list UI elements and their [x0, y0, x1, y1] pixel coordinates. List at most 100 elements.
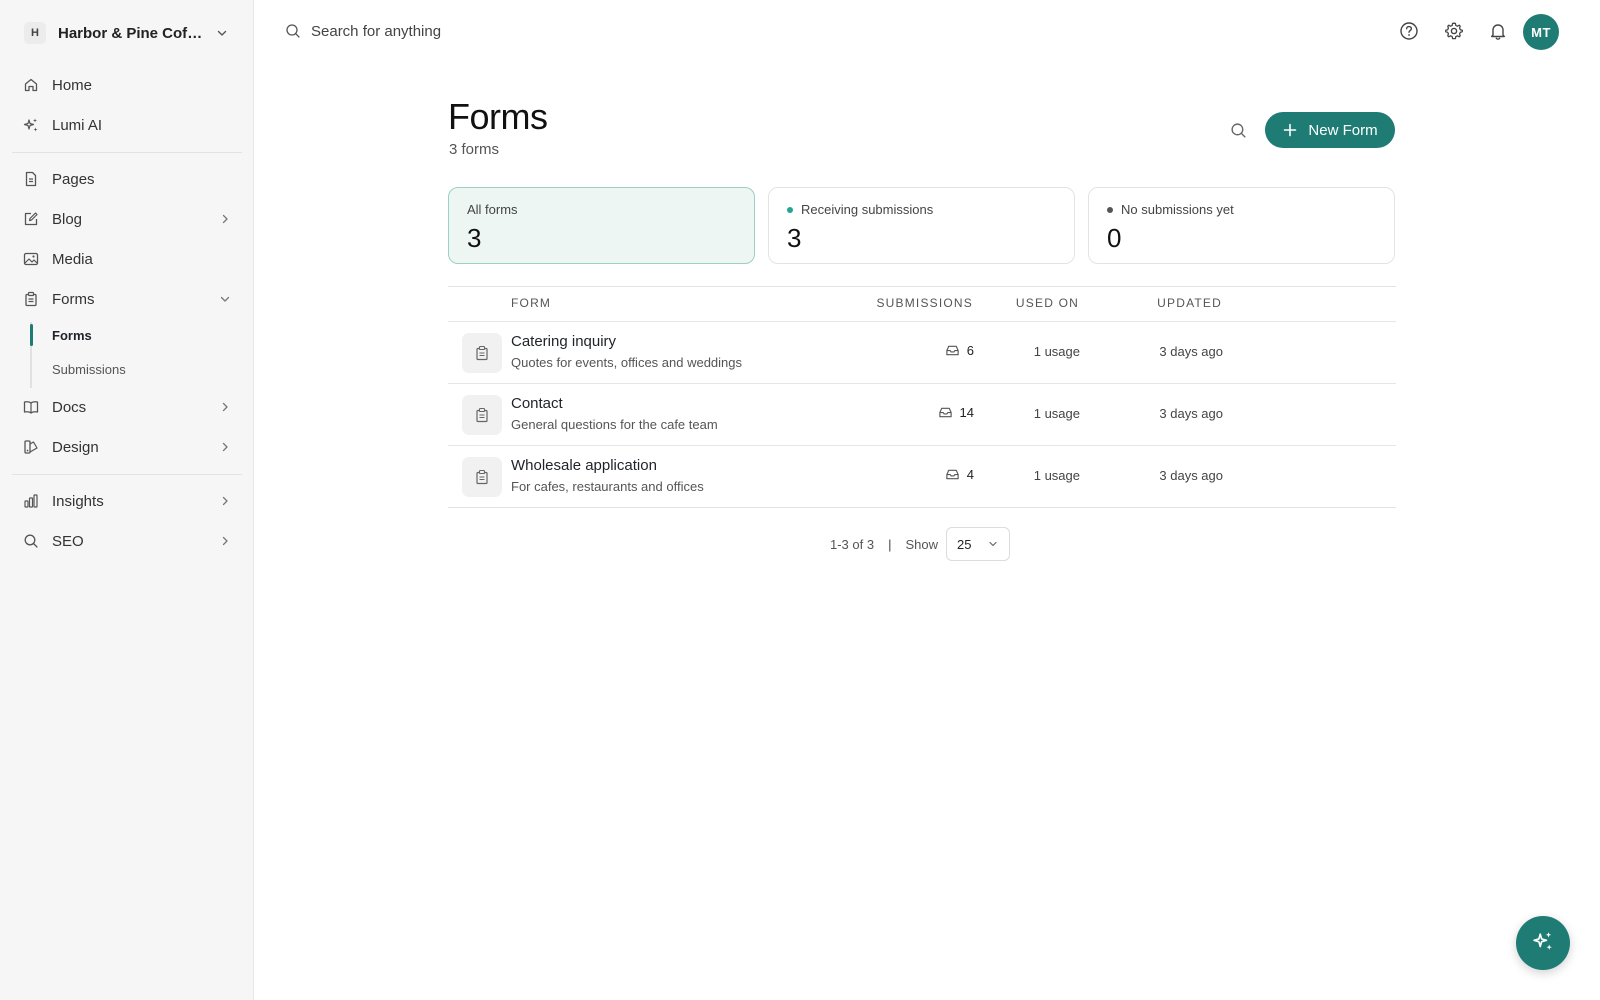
- submission-count: 4: [945, 467, 974, 482]
- palette-icon: [22, 438, 40, 456]
- stat-value: 3: [467, 223, 482, 253]
- submission-count: 14: [938, 405, 974, 420]
- workspace-name: Harbor & Pine Coffee: [58, 24, 206, 42]
- pagination-range: 1-3 of 3: [830, 536, 875, 552]
- bar-chart-icon: [22, 492, 40, 510]
- column-header-form[interactable]: FORM: [511, 296, 551, 310]
- book-icon: [22, 398, 40, 416]
- updated: 3 days ago: [1159, 406, 1223, 421]
- global-search[interactable]: Search for anything: [284, 20, 441, 42]
- table-top-border: [448, 286, 1396, 287]
- stat-label: Receiving submissions: [787, 202, 1056, 217]
- sparkles-icon: [22, 116, 40, 134]
- stat-card-all-forms[interactable]: All forms 3: [448, 187, 755, 264]
- plus-icon: [1282, 122, 1298, 138]
- form-icon: [462, 333, 502, 373]
- sparkles-icon: [1532, 930, 1554, 957]
- chevron-right-icon: [218, 494, 232, 508]
- used-on: 1 usage: [1033, 468, 1080, 483]
- home-icon: [22, 76, 40, 94]
- sidebar-item-insights[interactable]: Insights: [12, 483, 242, 519]
- stat-card-no-submissions[interactable]: No submissions yet 0: [1088, 187, 1395, 264]
- submission-count-value: 4: [966, 467, 974, 482]
- updated: 3 days ago: [1159, 344, 1223, 359]
- status-dot: [787, 206, 793, 213]
- table-row[interactable]: Catering inquiry Quotes for events, offi…: [448, 321, 1396, 383]
- workspace-switcher[interactable]: H Harbor & Pine Coffee: [14, 16, 240, 50]
- search-icon: [284, 22, 302, 40]
- sidebar-item-blog[interactable]: Blog: [12, 201, 242, 237]
- form-description: Quotes for events, offices and weddings: [511, 355, 743, 370]
- page-size-select[interactable]: 25: [946, 527, 1011, 561]
- stat-label: All forms: [467, 202, 736, 217]
- inbox-icon: [945, 467, 960, 482]
- sidebar-item-label: Media: [52, 250, 93, 268]
- submission-count-value: 6: [966, 343, 974, 358]
- sidebar-item-seo[interactable]: SEO: [12, 523, 242, 559]
- page-icon: [22, 170, 40, 188]
- stat-label: No submissions yet: [1107, 202, 1376, 217]
- table-row[interactable]: Contact General questions for the cafe t…: [448, 383, 1396, 445]
- bell-icon[interactable]: [1487, 20, 1509, 42]
- sidebar-item-pages[interactable]: Pages: [12, 161, 242, 197]
- sidebar-item-label: Home: [52, 76, 93, 94]
- ai-assistant-button[interactable]: [1516, 916, 1570, 970]
- settings-icon[interactable]: [1443, 20, 1465, 42]
- form-icon: [462, 457, 502, 497]
- sidebar-item-label: Lumi AI: [52, 116, 103, 134]
- stat-label-text: All forms: [467, 202, 518, 217]
- chevron-right-icon: [218, 440, 232, 454]
- sidebar-item-label: Forms: [52, 290, 95, 308]
- column-header-submissions[interactable]: SUBMISSIONS: [876, 296, 973, 310]
- global-search-placeholder: Search for anything: [311, 22, 442, 40]
- stat-label-text: Receiving submissions: [801, 202, 934, 217]
- sidebar-item-label: Blog: [52, 210, 83, 228]
- sidebar-divider: [12, 474, 242, 475]
- sidebar-item-design[interactable]: Design: [12, 429, 242, 465]
- status-dot: [1107, 206, 1113, 213]
- search-icon: [22, 532, 40, 550]
- table-row[interactable]: Wholesale application For cafes, restaur…: [448, 445, 1396, 507]
- inbox-icon: [945, 343, 960, 358]
- submenu-active-indicator: [30, 324, 33, 346]
- new-form-label: New Form: [1308, 121, 1378, 139]
- submission-count: 6: [945, 343, 974, 358]
- form-icon: [462, 395, 502, 435]
- form-description: General questions for the cafe team: [511, 417, 718, 432]
- sidebar-subitem-submissions[interactable]: Submissions: [52, 359, 126, 379]
- edit-icon: [22, 210, 40, 228]
- form-title: Contact: [511, 395, 563, 412]
- table-bottom-border: [448, 507, 1396, 508]
- stat-card-receiving[interactable]: Receiving submissions 3: [768, 187, 1075, 264]
- used-on: 1 usage: [1033, 344, 1080, 359]
- page-size-label: Show: [905, 536, 939, 552]
- sidebar-item-label: SEO: [52, 532, 84, 550]
- column-header-used-on[interactable]: USED ON: [1016, 296, 1079, 310]
- stat-value: 3: [787, 223, 802, 253]
- sidebar-item-media[interactable]: Media: [12, 241, 242, 277]
- sidebar-item-forms[interactable]: Forms: [12, 281, 242, 317]
- sidebar-item-lumi-ai[interactable]: Lumi AI: [12, 107, 242, 143]
- avatar[interactable]: MT: [1523, 14, 1559, 50]
- sidebar-item-home[interactable]: Home: [12, 67, 242, 103]
- form-title: Wholesale application: [511, 457, 657, 474]
- stat-value: 0: [1107, 223, 1122, 253]
- new-form-button[interactable]: New Form: [1265, 112, 1395, 148]
- sidebar-item-docs[interactable]: Docs: [12, 389, 242, 425]
- sidebar-divider: [12, 152, 242, 153]
- page-subtitle: 3 forms: [449, 141, 500, 158]
- image-icon: [22, 250, 40, 268]
- sidebar-subitem-forms[interactable]: Forms: [52, 325, 92, 345]
- help-icon[interactable]: [1398, 20, 1420, 42]
- column-header-updated[interactable]: UPDATED: [1157, 296, 1222, 310]
- chevron-down-icon: [214, 25, 230, 41]
- sidebar-item-label: Pages: [52, 170, 95, 188]
- submission-count-value: 14: [959, 405, 974, 420]
- page-title: Forms: [448, 96, 548, 137]
- search-forms-button[interactable]: [1226, 118, 1250, 142]
- forms-icon: [22, 290, 40, 308]
- page-size-value: 25: [957, 536, 972, 552]
- workspace-badge: H: [24, 22, 46, 44]
- chevron-right-icon: [218, 400, 232, 414]
- sidebar-item-label: Design: [52, 438, 99, 456]
